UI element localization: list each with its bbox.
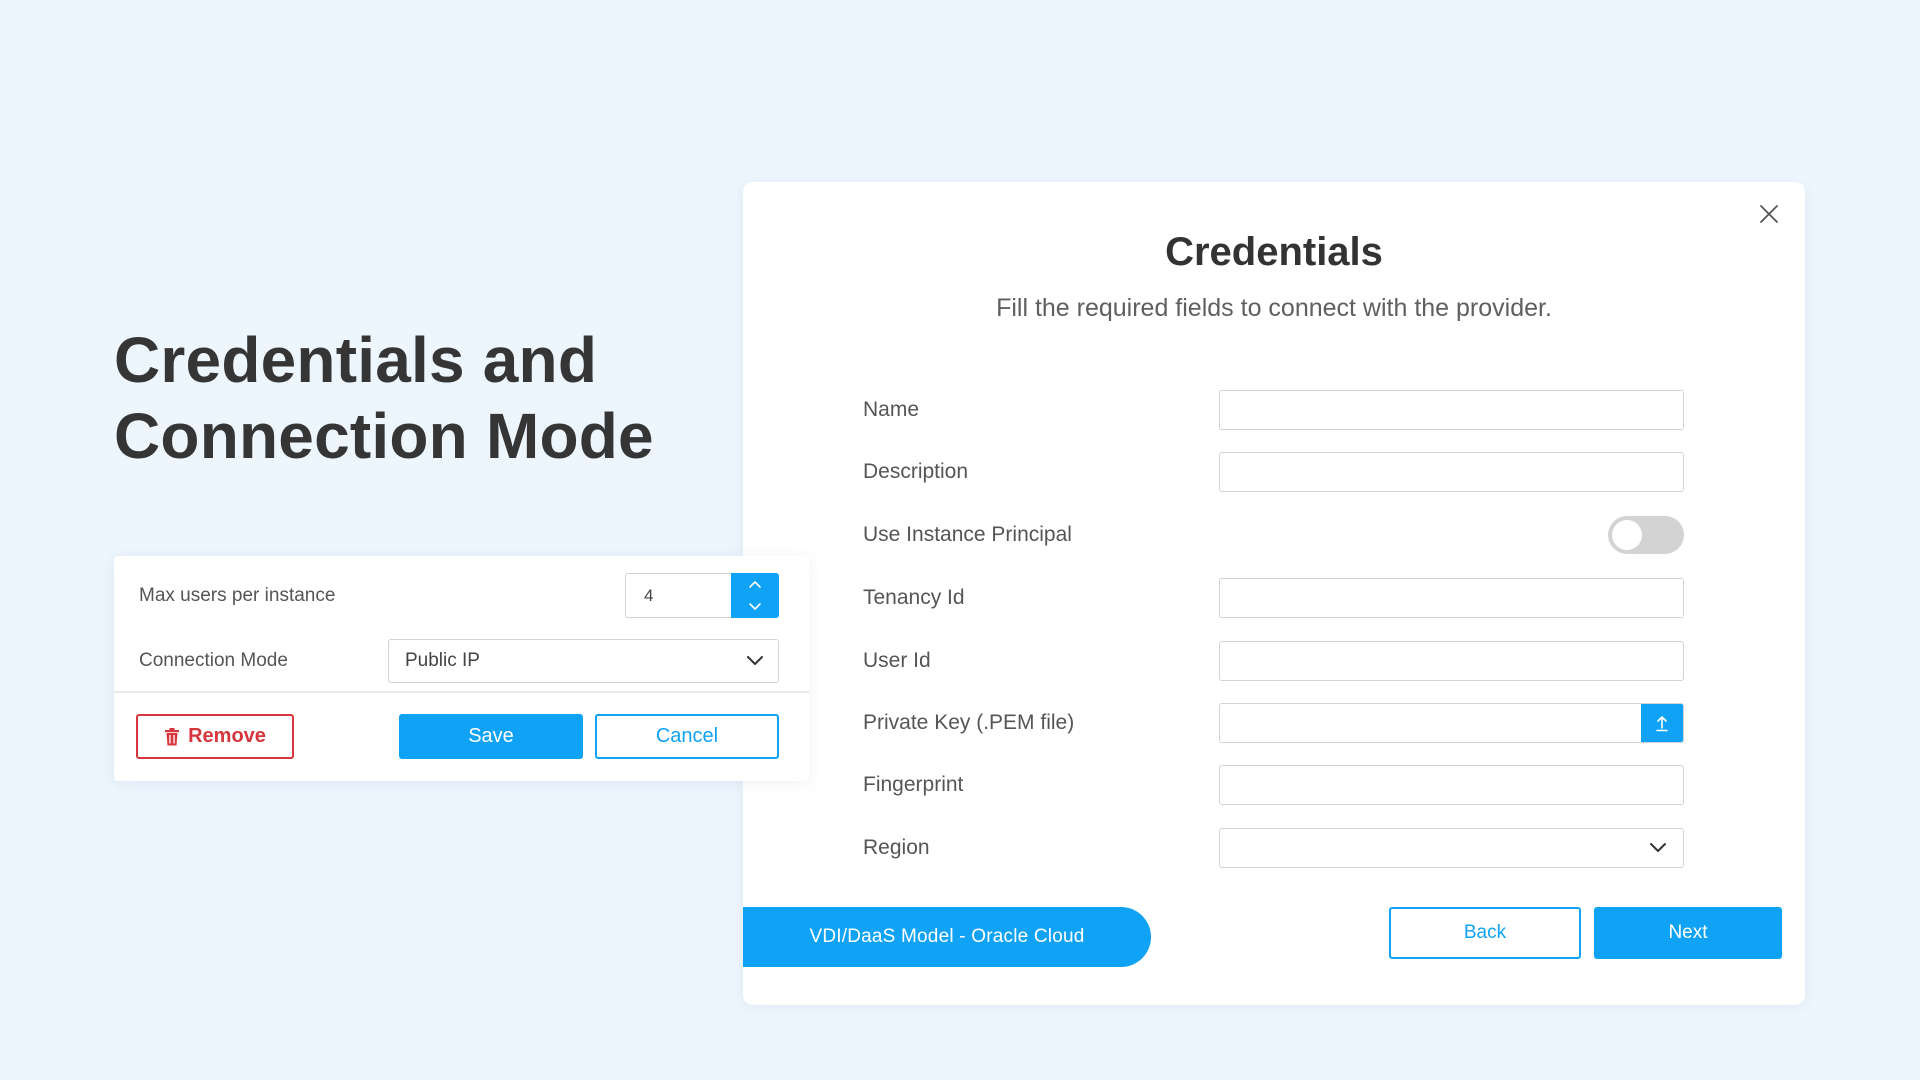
close-button[interactable] — [1755, 200, 1783, 228]
connection-mode-label: Connection Mode — [139, 650, 288, 671]
description-label: Description — [863, 460, 969, 483]
fingerprint-label: Fingerprint — [863, 773, 964, 796]
description-input[interactable] — [1219, 452, 1684, 492]
instance-settings-card: Max users per instance Connection Mode P… — [114, 556, 809, 781]
form-row-user-id: User Id — [863, 641, 1707, 681]
private-key-label: Private Key (.PEM file) — [863, 711, 1075, 734]
upload-icon — [1656, 716, 1668, 732]
fingerprint-input[interactable] — [1219, 765, 1684, 805]
modal-title: Credentials — [1165, 230, 1383, 274]
region-select[interactable] — [1219, 828, 1684, 868]
private-key-file-field[interactable] — [1219, 703, 1684, 743]
hero-title: Credentials and Connection Mode — [114, 322, 714, 474]
cancel-button[interactable]: Cancel — [595, 714, 779, 759]
max-users-input[interactable] — [625, 573, 731, 618]
save-button[interactable]: Save — [399, 714, 583, 759]
form-row-name: Name — [863, 390, 1707, 430]
instance-principal-toggle[interactable] — [1608, 516, 1684, 554]
toggle-knob — [1612, 520, 1642, 550]
name-label: Name — [863, 398, 920, 421]
hero-title-line-2: Connection Mode — [114, 400, 654, 472]
max-users-label: Max users per instance — [139, 584, 336, 606]
connection-mode-row: Connection Mode Public IP — [139, 639, 779, 683]
remove-button-label: Remove — [188, 725, 266, 747]
stepper-decrement-button[interactable] — [731, 596, 779, 619]
max-users-stepper — [625, 573, 779, 618]
chevron-up-icon — [749, 580, 761, 588]
close-icon — [1760, 205, 1778, 223]
instance-principal-label: Use Instance Principal — [863, 523, 1072, 546]
connection-mode-selected: Public IP — [405, 650, 480, 671]
card-divider — [114, 691, 809, 693]
hero-title-line-1: Credentials and — [114, 324, 598, 396]
upload-button[interactable] — [1641, 704, 1683, 742]
modal-subtitle: Fill the required fields to connect with… — [996, 294, 1552, 322]
back-button[interactable]: Back — [1389, 907, 1581, 959]
credentials-modal: Credentials Fill the required fields to … — [743, 182, 1805, 1005]
chevron-down-icon — [1650, 843, 1666, 852]
connection-mode-select[interactable]: Public IP — [388, 639, 779, 683]
model-tag: VDI/DaaS Model - Oracle Cloud — [743, 907, 1151, 967]
form-row-region: Region — [863, 828, 1707, 868]
form-row-instance-principal: Use Instance Principal — [863, 515, 1707, 555]
user-id-input[interactable] — [1219, 641, 1684, 681]
stepper-buttons — [731, 573, 779, 618]
next-button[interactable]: Next — [1594, 907, 1782, 959]
region-label: Region — [863, 836, 930, 859]
chevron-down-icon — [747, 656, 763, 665]
tenancy-id-label: Tenancy Id — [863, 586, 965, 609]
remove-button[interactable]: Remove — [136, 714, 294, 759]
user-id-label: User Id — [863, 649, 931, 672]
private-key-file-display[interactable] — [1220, 704, 1641, 742]
chevron-down-icon — [749, 603, 761, 611]
form-row-private-key: Private Key (.PEM file) — [863, 703, 1707, 743]
form-row-description: Description — [863, 452, 1707, 492]
tenancy-id-input[interactable] — [1219, 578, 1684, 618]
trash-icon — [165, 727, 180, 745]
form-row-tenancy-id: Tenancy Id — [863, 578, 1707, 618]
form-row-fingerprint: Fingerprint — [863, 765, 1707, 805]
max-users-row: Max users per instance — [139, 573, 779, 618]
stepper-increment-button[interactable] — [731, 573, 779, 596]
name-input[interactable] — [1219, 390, 1684, 430]
